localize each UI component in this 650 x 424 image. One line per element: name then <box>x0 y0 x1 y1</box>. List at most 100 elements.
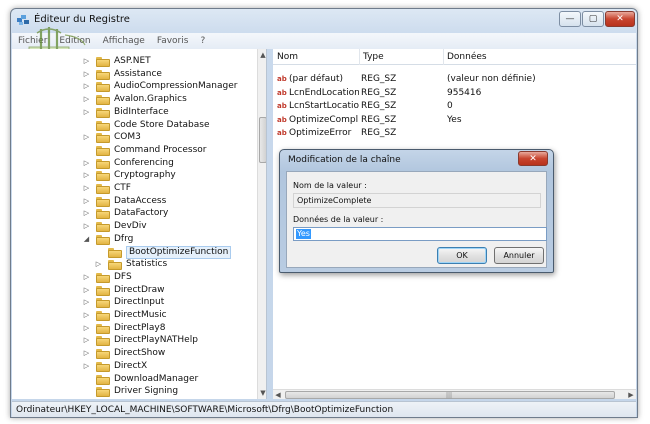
expand-arrow-icon[interactable]: ▷ <box>82 94 91 105</box>
column-divider[interactable] <box>443 49 444 65</box>
list-item[interactable]: ab LcnEndLocation REG_SZ 955416 <box>273 87 636 100</box>
expand-arrow-icon[interactable]: ▷ <box>94 259 103 270</box>
tree-item[interactable]: ▷ BidInterface <box>12 106 257 119</box>
tree-item[interactable]: ▷ DirectShow <box>12 347 257 360</box>
folder-icon <box>96 387 110 398</box>
dialog-close-button[interactable]: ✕ <box>518 151 548 166</box>
folder-icon <box>96 298 110 309</box>
menu-help[interactable]: ? <box>200 36 205 46</box>
tree-item[interactable]: ▷ DFS <box>12 271 257 284</box>
expand-arrow-icon[interactable]: ▷ <box>82 272 91 283</box>
folder-icon <box>96 285 110 296</box>
scroll-thumb[interactable]: ||| <box>285 391 615 399</box>
ok-button[interactable]: OK <box>437 247 487 264</box>
list-item[interactable]: ab (par défaut) REG_SZ (valeur non définie) <box>273 73 636 86</box>
expand-arrow-icon[interactable] <box>94 247 103 258</box>
tree-item[interactable]: ▷ COM3 <box>12 131 257 144</box>
tree-item[interactable]: ▷ Cryptography <box>12 169 257 182</box>
tree-item[interactable]: ▷ AudioCompressionManager <box>12 80 257 93</box>
tree-item[interactable]: ▷ DirectDraw <box>12 284 257 297</box>
scroll-down-icon[interactable]: ▼ <box>258 387 266 399</box>
registry-tree[interactable]: ▷ ASP.NET ▷ Assistance ▷ AudioCompressionMana… <box>12 49 267 399</box>
title-bar[interactable]: Éditeur du Registre — ▢ ✕ <box>11 9 637 31</box>
tree-item[interactable]: ▷ DirectMusic <box>12 309 257 322</box>
expand-arrow-icon[interactable]: ▷ <box>82 335 91 346</box>
tree-item[interactable]: ▷ CTF <box>12 182 257 195</box>
tree-item[interactable]: BootOptimizeFunction <box>12 245 257 259</box>
menu-favoris[interactable]: Favoris <box>157 36 189 46</box>
list-item[interactable]: ab OptimizeCompl... REG_SZ Yes <box>273 114 636 127</box>
cancel-button[interactable]: Annuler <box>494 247 544 264</box>
expand-arrow-icon[interactable]: ▷ <box>82 107 91 118</box>
tree-item[interactable]: ▷DRM <box>12 398 257 400</box>
column-header-type[interactable]: Type <box>363 52 384 62</box>
folder-icon <box>96 95 110 106</box>
expand-arrow-icon[interactable] <box>82 386 91 397</box>
string-value-icon: ab <box>277 88 287 97</box>
expand-arrow-icon[interactable]: ▷ <box>82 323 91 334</box>
tree-item[interactable]: ▷ Assistance <box>12 68 257 81</box>
tree-item[interactable]: DownloadManager <box>12 373 257 386</box>
list-item[interactable]: ab LcnStartLocation REG_SZ 0 <box>273 100 636 113</box>
folder-icon <box>96 69 110 80</box>
tree-item[interactable]: Code Store Database <box>12 119 257 132</box>
value-type: REG_SZ <box>361 101 397 111</box>
expand-arrow-icon[interactable]: ▷ <box>82 183 91 194</box>
tree-item[interactable]: ▷ DirectPlayNATHelp <box>12 334 257 347</box>
expand-arrow-icon[interactable]: ▷ <box>82 208 91 219</box>
expand-arrow-icon[interactable] <box>82 120 91 131</box>
expand-arrow-icon[interactable]: ▷ <box>82 221 91 232</box>
expand-arrow-icon[interactable]: ▷ <box>82 69 91 80</box>
expand-arrow-icon[interactable]: ▷ <box>82 196 91 207</box>
tree-item[interactable]: Command Processor <box>12 144 257 157</box>
tree-item[interactable]: ◢ Dfrg <box>12 233 257 246</box>
scroll-right-icon[interactable]: ▶ <box>626 390 636 399</box>
folder-icon <box>96 361 110 372</box>
tree-item-label: DirectPlay8 <box>114 322 166 333</box>
expand-arrow-icon[interactable] <box>82 145 91 156</box>
tree-item[interactable]: Driver Signing <box>12 385 257 398</box>
minimize-button[interactable]: — <box>559 11 581 27</box>
tree-item[interactable]: ▷ Avalon.Graphics <box>12 93 257 106</box>
folder-icon <box>96 209 110 220</box>
scroll-up-icon[interactable]: ▲ <box>258 49 266 61</box>
column-header-name[interactable]: Nom <box>277 52 298 62</box>
tree-item-label: DRM <box>114 398 135 400</box>
menu-affichage[interactable]: Affichage <box>103 36 145 46</box>
list-item[interactable]: ab OptimizeError REG_SZ <box>273 127 636 140</box>
folder-icon <box>96 184 110 194</box>
list-horizontal-scrollbar[interactable]: ◀ ||| ▶ <box>273 389 636 399</box>
tree-item[interactable]: ▷ DataAccess <box>12 195 257 208</box>
folder-icon <box>96 336 110 347</box>
column-divider[interactable] <box>359 49 360 65</box>
tree-item[interactable]: ▷ Statistics <box>12 258 257 271</box>
close-button[interactable]: ✕ <box>605 11 635 27</box>
expand-arrow-icon[interactable]: ▷ <box>82 348 91 359</box>
value-data-input[interactable]: Yes <box>293 227 547 241</box>
expand-arrow-icon[interactable]: ◢ <box>82 234 91 245</box>
column-header-data[interactable]: Données <box>447 52 487 62</box>
expand-arrow-icon[interactable]: ▷ <box>82 361 91 372</box>
expand-arrow-icon[interactable]: ▷ <box>82 285 91 296</box>
expand-arrow-icon[interactable]: ▷ <box>82 170 91 181</box>
tree-item[interactable]: ▷ DevDiv <box>12 220 257 233</box>
scroll-left-icon[interactable]: ◀ <box>273 390 283 399</box>
tree-item[interactable]: ▷ Conferencing <box>12 157 257 170</box>
expand-arrow-icon[interactable]: ▷ <box>82 310 91 321</box>
tree-item[interactable]: ▷ DataFactory <box>12 207 257 220</box>
tree-item-label: Conferencing <box>114 157 174 168</box>
expand-arrow-icon[interactable]: ▷ <box>82 132 91 143</box>
folder-icon <box>96 349 110 360</box>
tree-item[interactable]: ▷ DirectPlay8 <box>12 322 257 335</box>
expand-arrow-icon[interactable]: ▷ <box>82 81 91 92</box>
tree-item[interactable]: ▷ ASP.NET <box>12 55 257 68</box>
expand-arrow-icon[interactable] <box>82 374 91 385</box>
scroll-thumb[interactable] <box>259 117 266 163</box>
maximize-button[interactable]: ▢ <box>582 11 604 27</box>
expand-arrow-icon[interactable]: ▷ <box>82 158 91 169</box>
tree-item[interactable]: ▷ DirectX <box>12 360 257 373</box>
tree-item[interactable]: ▷ DirectInput <box>12 296 257 309</box>
tree-vertical-scrollbar[interactable]: ▲ ▼ <box>257 49 266 399</box>
expand-arrow-icon[interactable]: ▷ <box>82 56 91 67</box>
expand-arrow-icon[interactable]: ▷ <box>82 297 91 308</box>
